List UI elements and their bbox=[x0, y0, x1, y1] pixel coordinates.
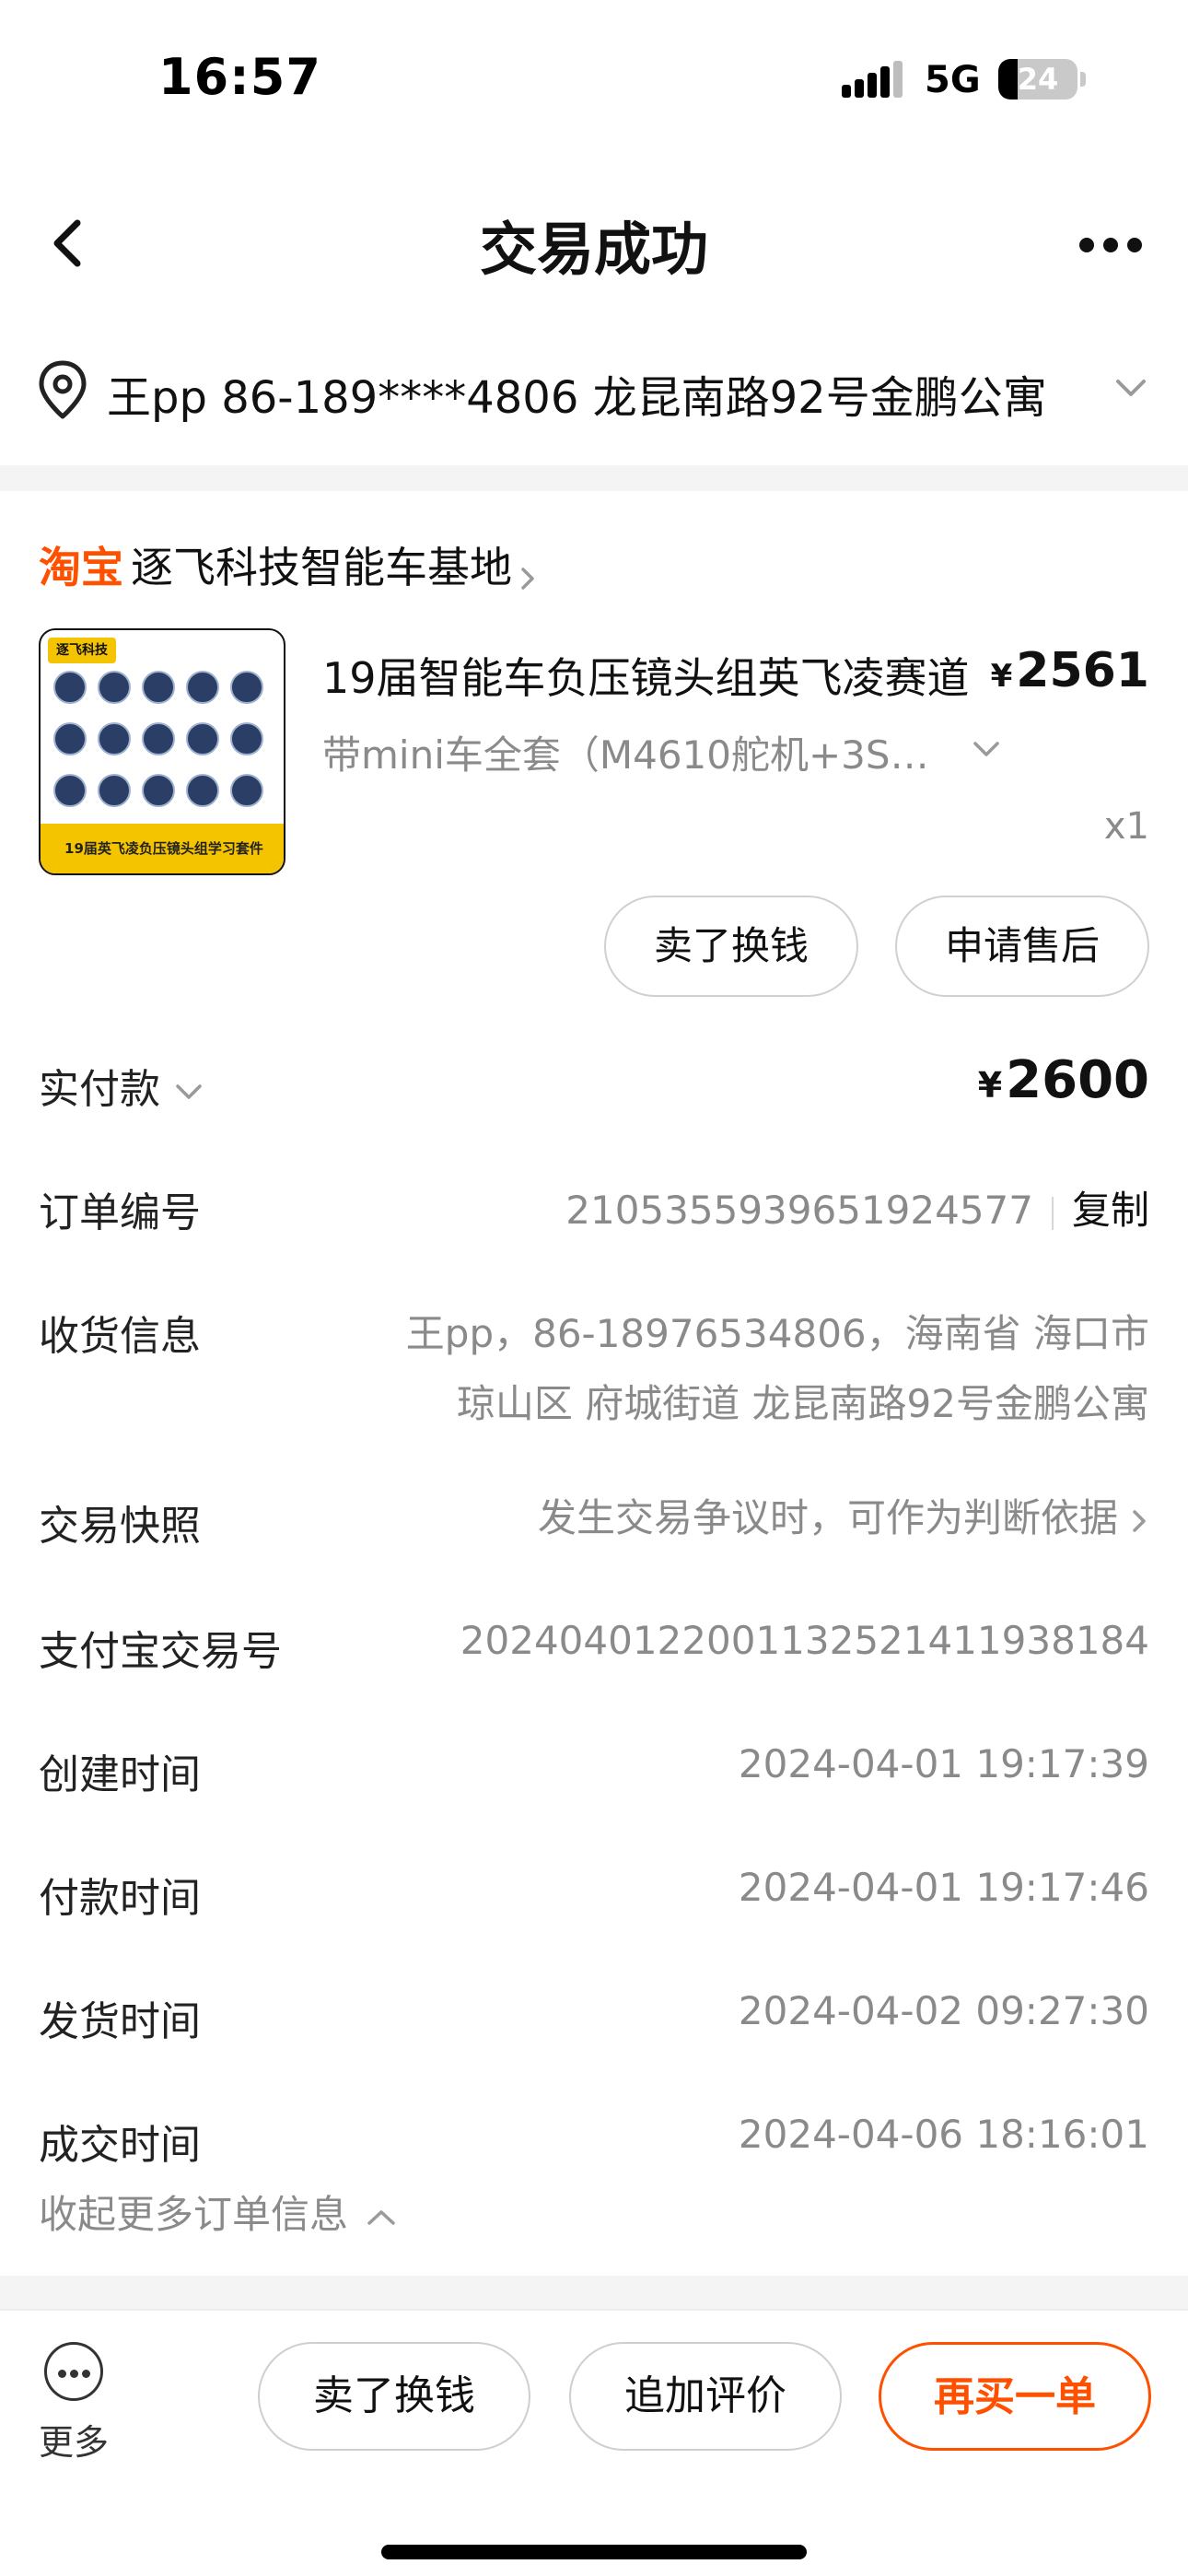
paid-value: 2600 bbox=[1006, 1050, 1149, 1110]
shipping-info-label: 收货信息 bbox=[39, 1313, 201, 1360]
thumbnail-banner: 19届英飞凌负压镜头组学习套件 bbox=[41, 824, 284, 873]
thumbnail-banner-text: 19届英飞凌负压镜头组学习套件 bbox=[64, 840, 263, 857]
divider bbox=[1051, 1196, 1054, 1230]
more-dots-icon bbox=[44, 2342, 103, 2401]
paid-amount-label[interactable]: 实付款 bbox=[39, 1056, 204, 1115]
collapse-label: 收起更多订单信息 bbox=[39, 2192, 349, 2237]
section-separator bbox=[0, 2276, 1188, 2309]
snapshot-row[interactable]: 发生交易争议时，可作为判断依据 bbox=[538, 1487, 1149, 1543]
price-currency: ¥ bbox=[990, 658, 1013, 695]
add-review-button[interactable]: 追加评价 bbox=[569, 2342, 842, 2451]
signal-icon bbox=[842, 61, 906, 98]
sell-button[interactable]: 卖了换钱 bbox=[258, 2342, 530, 2451]
rebuy-button[interactable]: 再买一单 bbox=[879, 2342, 1151, 2451]
chevron-down-icon bbox=[1116, 380, 1146, 396]
shipped-time-label: 发货时间 bbox=[39, 1998, 201, 2045]
thumbnail-parts-grid bbox=[53, 671, 274, 818]
sell-button[interactable]: 卖了换钱 bbox=[604, 896, 858, 997]
alipay-number-value: 2024040122001132521411938184 bbox=[460, 1618, 1149, 1663]
after-sale-button[interactable]: 申请售后 bbox=[895, 896, 1149, 997]
created-time-value: 2024-04-01 19:17:39 bbox=[738, 1741, 1149, 1786]
battery-level: 24 bbox=[1017, 62, 1059, 97]
home-indicator bbox=[381, 2545, 807, 2559]
battery-tip bbox=[1080, 72, 1086, 87]
address-text: 王pp 86-189****4806 龙昆南路92号金鹏公寓 bbox=[107, 372, 1047, 424]
snapshot-value: 发生交易争议时，可作为判断依据 bbox=[537, 1495, 1118, 1540]
snapshot-label: 交易快照 bbox=[39, 1503, 201, 1550]
created-time-label: 创建时间 bbox=[39, 1751, 201, 1798]
location-pin-icon bbox=[39, 360, 87, 419]
order-number-label: 订单编号 bbox=[39, 1189, 201, 1236]
shipping-info-line1: 王pp，86-18976534806，海南省 海口市 bbox=[405, 1311, 1149, 1356]
product-thumbnail[interactable]: 逐飞科技 19届英飞凌负压镜头组学习套件 bbox=[39, 628, 285, 875]
chevron-down-icon bbox=[176, 1084, 202, 1099]
paid-time-value: 2024-04-01 19:17:46 bbox=[738, 1865, 1149, 1910]
completed-time-label: 成交时间 bbox=[39, 2122, 201, 2169]
product-price: ¥2561 bbox=[991, 643, 1149, 698]
more-button[interactable]: 更多 bbox=[28, 2342, 120, 2465]
price-value: 2561 bbox=[1016, 643, 1149, 698]
chevron-right-icon bbox=[521, 567, 534, 590]
battery-icon: 24 bbox=[998, 59, 1077, 100]
shipping-info-line2: 琼山区 府城街道 龙昆南路92号金鹏公寓 bbox=[456, 1381, 1149, 1426]
product-title[interactable]: 19届智能车负压镜头组英飞凌赛道 bbox=[322, 645, 1004, 706]
paid-amount-label-text: 实付款 bbox=[39, 1066, 160, 1113]
shop-name: 逐飞科技智能车基地 bbox=[131, 543, 512, 592]
chevron-down-icon[interactable] bbox=[971, 737, 1002, 761]
chevron-right-icon bbox=[1133, 1509, 1146, 1532]
status-time: 16:57 bbox=[158, 48, 321, 106]
collapse-order-info-button[interactable]: 收起更多订单信息 bbox=[39, 2184, 398, 2240]
section-separator bbox=[0, 465, 1188, 491]
paid-amount-value: ¥2600 bbox=[978, 1050, 1149, 1110]
product-spec[interactable]: 带mini车全套（M4610舵机+3S锂电池） bbox=[322, 724, 949, 780]
chevron-up-icon bbox=[367, 2209, 395, 2225]
platform-logo: 淘宝 bbox=[39, 543, 123, 592]
alipay-number-label: 支付宝交易号 bbox=[39, 1628, 282, 1675]
thumbnail-logo: 逐飞科技 bbox=[48, 638, 116, 663]
order-number-row: 2105355939651924577 复制 bbox=[565, 1179, 1149, 1235]
copy-button[interactable]: 复制 bbox=[1072, 1188, 1149, 1233]
nav-header: 交易成功 bbox=[0, 175, 1188, 313]
address-row[interactable]: 王pp 86-189****4806 龙昆南路92号金鹏公寓 bbox=[0, 341, 1188, 442]
network-type: 5G bbox=[925, 59, 981, 101]
product-quantity: x1 bbox=[1103, 805, 1149, 848]
bottom-action-bar: 更多 卖了换钱 追加评价 再买一单 bbox=[0, 2309, 1188, 2576]
order-number-value: 2105355939651924577 bbox=[565, 1188, 1033, 1233]
status-bar: 16:57 5G 24 bbox=[0, 0, 1188, 147]
completed-time-value: 2024-04-06 18:16:01 bbox=[738, 2112, 1149, 2157]
page-title: 交易成功 bbox=[479, 216, 708, 283]
shipped-time-value: 2024-04-02 09:27:30 bbox=[738, 1988, 1149, 2033]
paid-time-label: 付款时间 bbox=[39, 1875, 201, 1922]
shop-header[interactable]: 淘宝 逐飞科技智能车基地 bbox=[39, 534, 538, 599]
paid-currency: ¥ bbox=[977, 1065, 1003, 1106]
more-label: 更多 bbox=[38, 2422, 109, 2463]
more-options-icon[interactable] bbox=[1076, 230, 1146, 258]
